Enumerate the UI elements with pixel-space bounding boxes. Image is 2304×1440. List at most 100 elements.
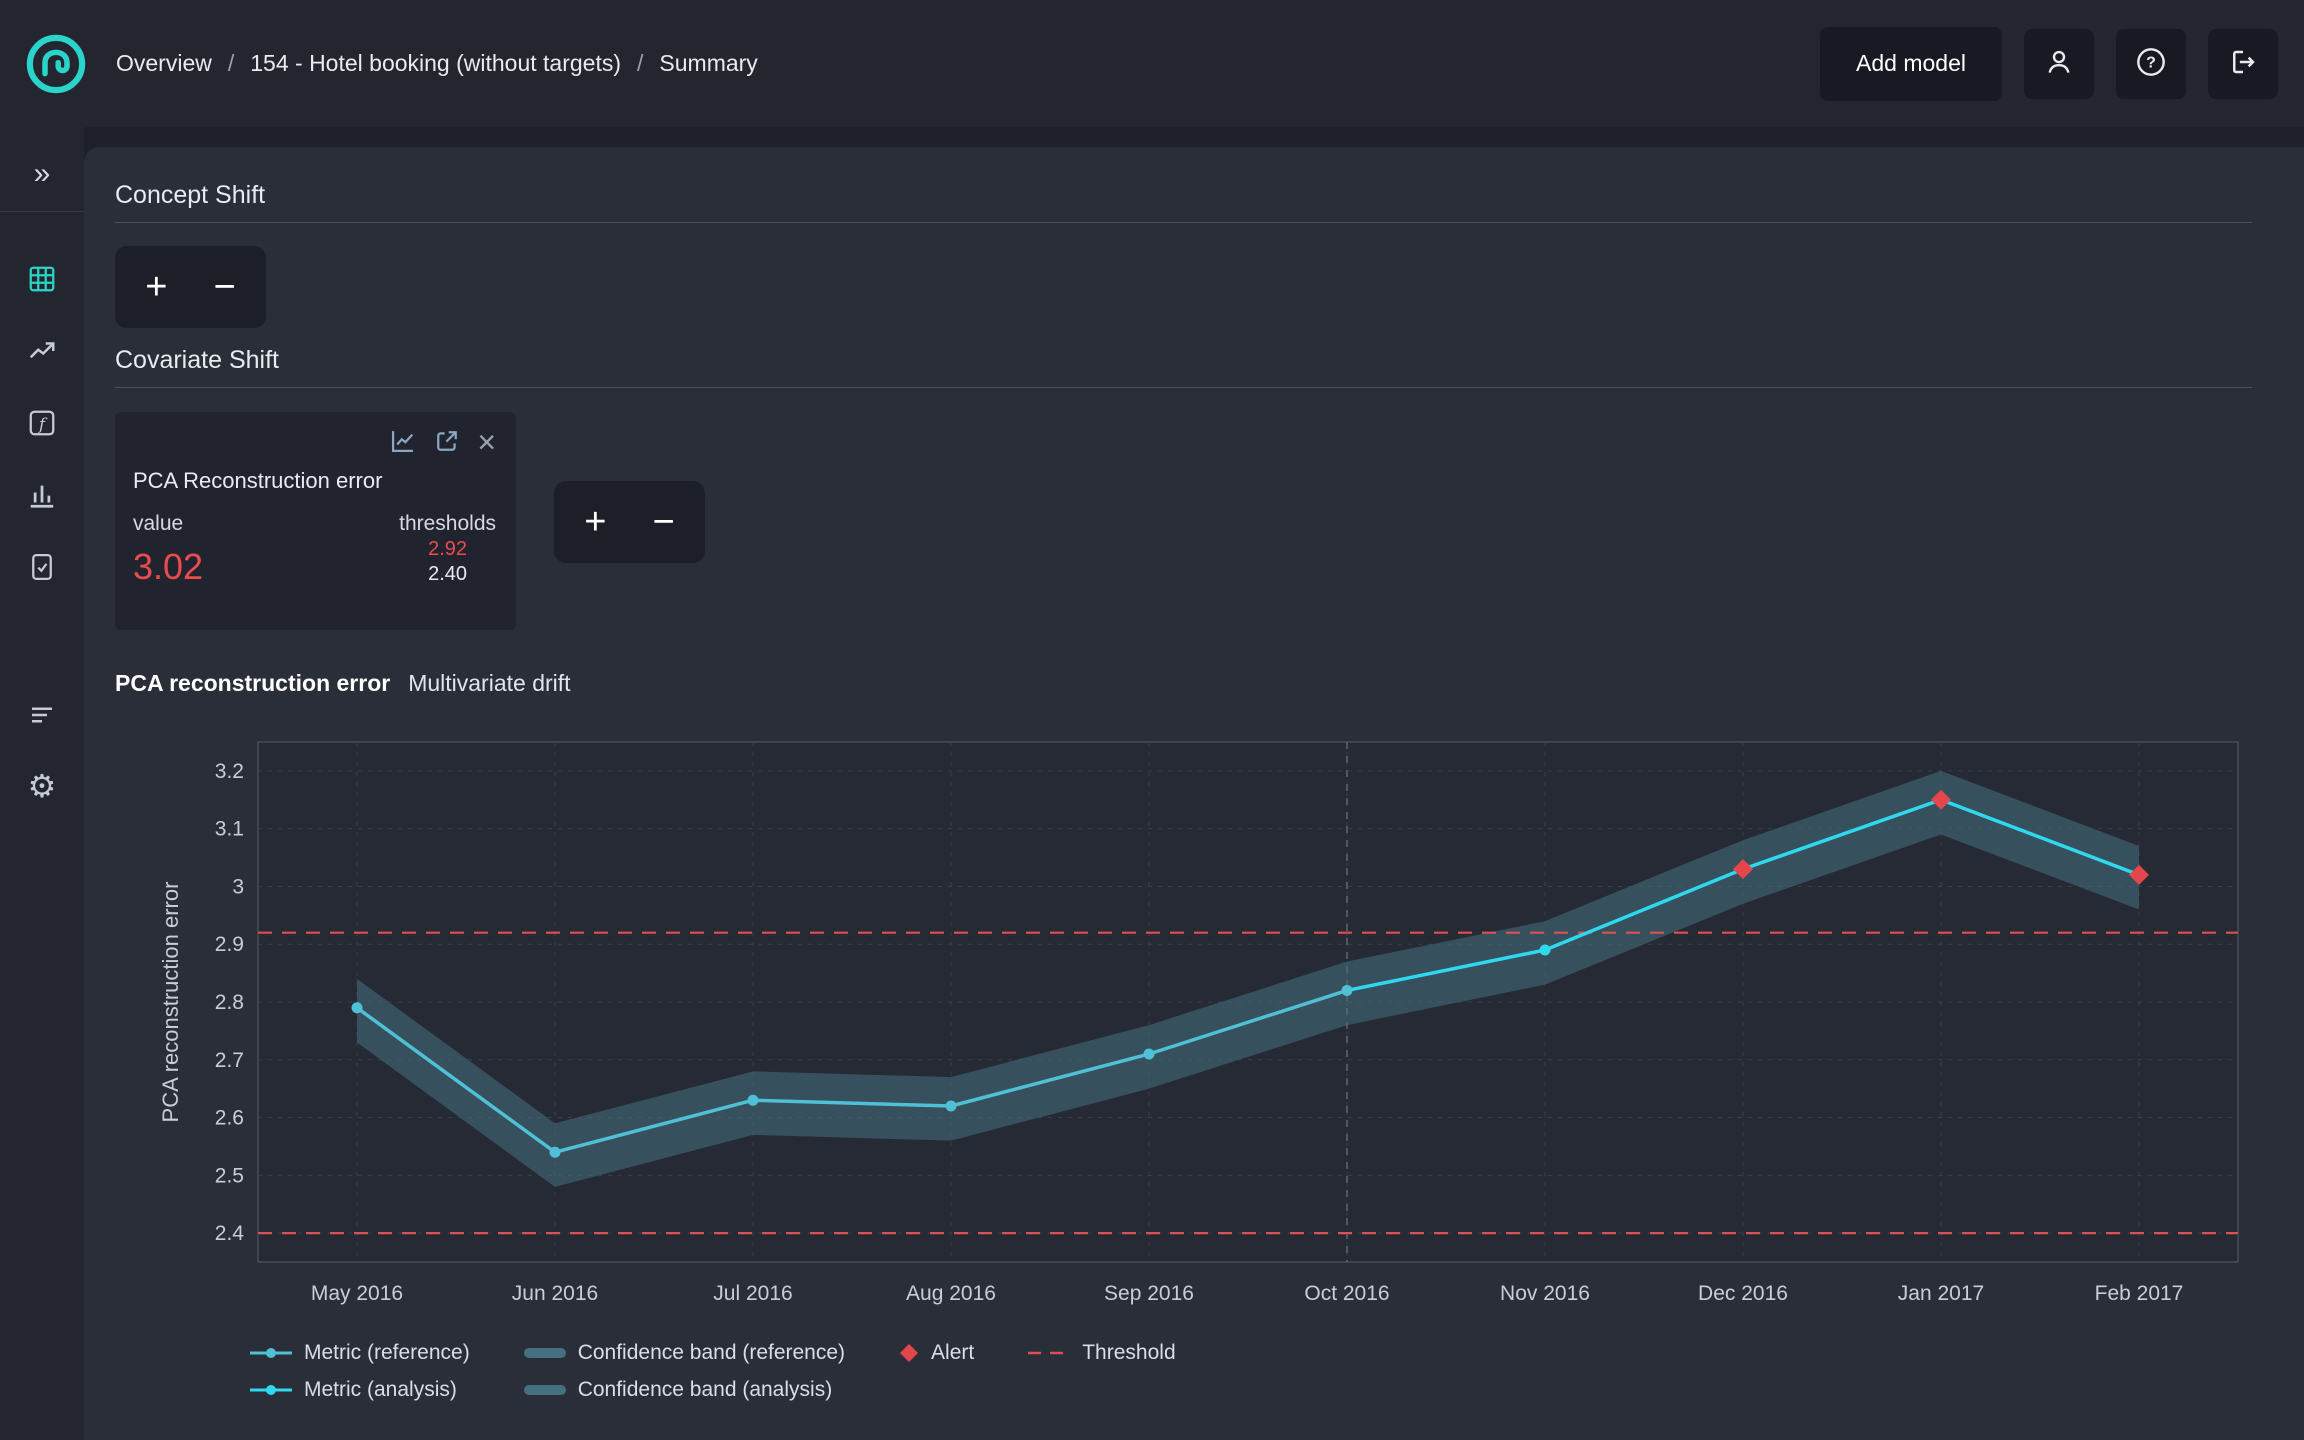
app-logo-icon[interactable]	[22, 30, 90, 98]
legend-band-swatch-icon	[524, 1346, 566, 1360]
grid-table-icon	[27, 264, 57, 299]
breadcrumb: Overview / 154 - Hotel booking (without …	[116, 50, 758, 77]
view-chart-button[interactable]	[389, 427, 417, 458]
list-lines-icon	[27, 700, 57, 735]
topbar: Overview / 154 - Hotel booking (without …	[0, 0, 2304, 127]
user-icon	[2044, 47, 2074, 80]
sidebar-item-settings[interactable]: ⚙	[26, 770, 58, 802]
concept-shift-heading: Concept Shift	[115, 181, 2252, 210]
svg-text:Dec 2016: Dec 2016	[1698, 1282, 1788, 1305]
breadcrumb-separator: /	[637, 50, 643, 77]
legend-label: Alert	[931, 1341, 974, 1365]
sidebar-item-functions[interactable]: f	[26, 408, 58, 440]
legend-item-line: Metric (reference)	[250, 1341, 470, 1365]
svg-text:2.6: 2.6	[215, 1107, 244, 1130]
breadcrumb-overview[interactable]: Overview	[116, 50, 212, 77]
card-value-column: value 3.02	[133, 512, 203, 588]
svg-text:Jul 2016: Jul 2016	[713, 1282, 792, 1305]
sidebar-item-model-grid[interactable]	[26, 264, 58, 296]
svg-text:f: f	[38, 414, 48, 433]
logout-button[interactable]	[2208, 29, 2278, 99]
legend-item-dash: Threshold	[1028, 1341, 1175, 1365]
legend-item-line: Metric (analysis)	[250, 1378, 470, 1402]
metric-value: 3.02	[133, 546, 203, 588]
line-chart-icon	[389, 427, 417, 458]
svg-text:May 2016: May 2016	[311, 1282, 403, 1305]
legend-label: Confidence band (analysis)	[578, 1378, 832, 1402]
legend-alert-diamond-icon	[899, 1343, 919, 1363]
sidebar-item-distributions[interactable]	[26, 480, 58, 512]
threshold-low-value: 2.40	[428, 563, 467, 586]
svg-text:Nov 2016: Nov 2016	[1500, 1282, 1590, 1305]
legend-line-swatch-icon	[250, 1346, 292, 1360]
concept-shift-zoom-controls: + −	[115, 246, 266, 328]
legend-line-swatch-icon	[250, 1383, 292, 1397]
legend-item-band: Confidence band (analysis)	[524, 1378, 845, 1402]
trend-up-icon	[27, 336, 57, 371]
close-icon[interactable]: ×	[477, 426, 496, 458]
svg-text:Sep 2016: Sep 2016	[1104, 1282, 1194, 1305]
svg-text:2.9: 2.9	[215, 933, 244, 956]
bar-chart-icon	[27, 480, 57, 515]
logout-icon	[2228, 47, 2258, 80]
document-check-icon	[27, 552, 57, 587]
open-external-button[interactable]	[433, 427, 461, 458]
zoom-in-button[interactable]: +	[139, 268, 173, 306]
divider	[115, 222, 2252, 223]
chart-subtitle: Multivariate drift	[408, 670, 570, 697]
sidebar-item-reports[interactable]	[26, 552, 58, 584]
svg-text:2.4: 2.4	[215, 1222, 245, 1245]
svg-text:?: ?	[2146, 55, 2156, 72]
svg-text:2.5: 2.5	[215, 1164, 244, 1187]
thresholds-label: thresholds	[399, 512, 496, 536]
card-body: value 3.02 thresholds 2.92 2.40	[133, 512, 496, 588]
svg-text:Oct 2016: Oct 2016	[1304, 1282, 1389, 1305]
svg-text:3.2: 3.2	[215, 760, 244, 783]
legend-label: Metric (reference)	[304, 1341, 470, 1365]
drift-line-chart: 2.4 2.5 2.6 2.7 2.8 2.9 3 3.1 3.2 May 2016 Jun 201…	[148, 717, 2288, 1317]
zoom-in-button[interactable]: +	[578, 503, 612, 541]
sidebar-expand-button[interactable]: »	[0, 157, 84, 212]
add-model-button[interactable]: Add model	[1820, 27, 2002, 101]
sidebar-bottom: ⚙	[26, 700, 58, 802]
svg-text:Jun 2016: Jun 2016	[512, 1282, 598, 1305]
svg-text:2.8: 2.8	[215, 991, 244, 1014]
help-button[interactable]: ?	[2116, 29, 2186, 99]
chart-legend: Metric (reference) Confidence band (refer…	[250, 1341, 2252, 1402]
card-thresholds-column: thresholds 2.92 2.40	[399, 512, 496, 588]
value-label: value	[133, 512, 203, 536]
card-title: PCA Reconstruction error	[133, 468, 496, 494]
gear-icon: ⚙	[28, 770, 57, 802]
chart-header: PCA reconstruction error Multivariate dr…	[115, 670, 2252, 697]
sidebar: »	[0, 127, 84, 1440]
covariate-shift-heading: Covariate Shift	[115, 346, 2252, 375]
divider	[115, 387, 2252, 388]
svg-text:3: 3	[232, 875, 244, 898]
account-button[interactable]	[2024, 29, 2094, 99]
svg-text:Jan 2017: Jan 2017	[1898, 1282, 1984, 1305]
legend-label: Threshold	[1082, 1341, 1175, 1365]
legend-label: Confidence band (reference)	[578, 1341, 845, 1365]
covariate-shift-zoom-controls: + −	[554, 481, 705, 563]
svg-text:3.1: 3.1	[215, 818, 244, 841]
svg-text:Aug 2016: Aug 2016	[906, 1282, 996, 1305]
breadcrumb-model[interactable]: 154 - Hotel booking (without targets)	[250, 50, 621, 77]
svg-text:2.7: 2.7	[215, 1049, 244, 1072]
external-link-icon	[433, 427, 461, 458]
sidebar-item-performance[interactable]	[26, 336, 58, 368]
svg-text:Feb 2017: Feb 2017	[2095, 1282, 2184, 1305]
breadcrumb-separator: /	[228, 50, 234, 77]
svg-text:PCA reconstruction error: PCA reconstruction error	[158, 882, 183, 1123]
legend-label: Metric (analysis)	[304, 1378, 457, 1402]
app-shell: »	[0, 127, 2304, 1440]
breadcrumb-summary[interactable]: Summary	[659, 50, 757, 77]
zoom-out-button[interactable]: −	[208, 268, 242, 306]
topbar-actions: Add model ?	[1820, 27, 2278, 101]
function-icon: f	[27, 408, 57, 443]
chart-title: PCA reconstruction error	[115, 670, 390, 697]
covariate-shift-row: × PCA Reconstruction error value 3.02 th…	[115, 412, 2252, 630]
zoom-out-button[interactable]: −	[647, 503, 681, 541]
sidebar-nav: f	[26, 264, 58, 584]
sidebar-item-logs[interactable]	[26, 700, 58, 732]
pca-metric-card: × PCA Reconstruction error value 3.02 th…	[115, 412, 516, 630]
